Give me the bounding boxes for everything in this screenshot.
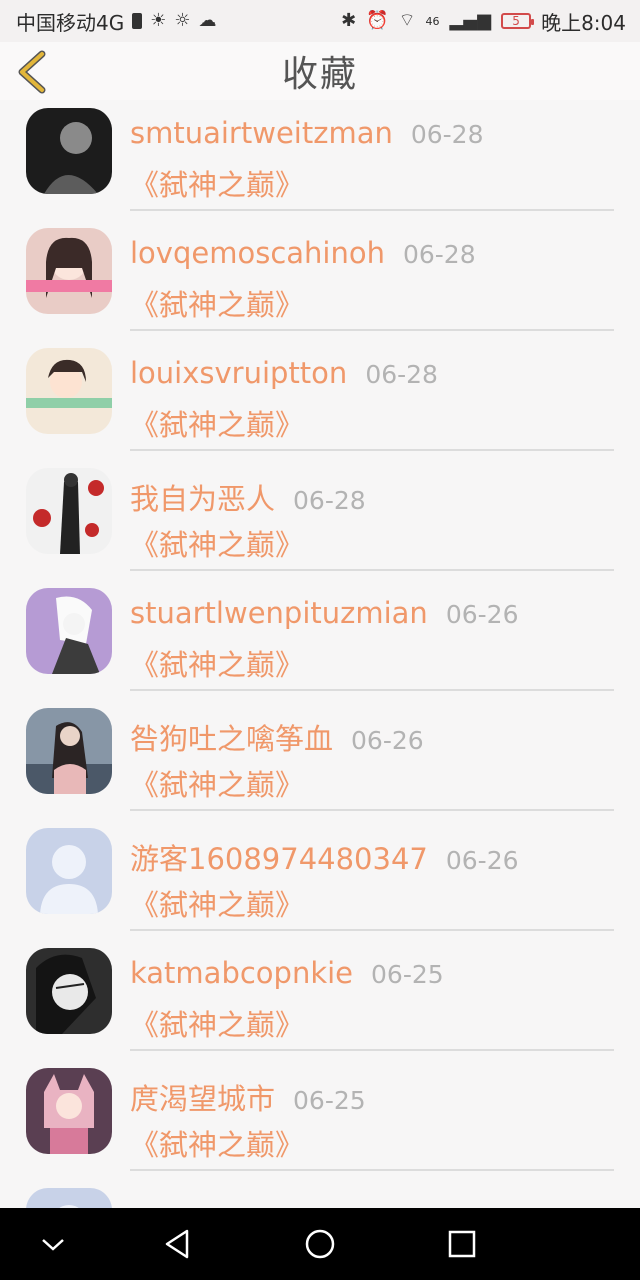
favorites-list: smtuairtweitzman 06-28 《弑神之巅》 lovqemoscah… [0,100,640,1208]
clock-label: 晚上8:04 [541,10,626,35]
avatar [26,708,112,794]
battery-icon: 5 [501,13,535,29]
item-date: 06-26 [445,846,519,875]
home-nav-button[interactable] [300,1224,340,1264]
divider [130,1169,614,1171]
bluetooth-icon: ✱ [341,10,357,31]
title-bar: 收藏 [0,42,640,100]
book-title[interactable]: 《弑神之巅》 [130,1122,304,1164]
avatar [26,828,112,914]
divider [130,209,614,211]
sim-card-icon [132,13,143,29]
wifi-icon: ⌔ [398,10,416,31]
weather-wind-icon: ☼ [174,10,191,31]
book-title[interactable]: 《弑神之巅》 [130,1002,304,1044]
circle-home-icon [305,1229,335,1259]
recents-nav-button[interactable] [442,1224,482,1264]
item-date: 06-28 [402,240,476,269]
chevron-left-icon [18,50,46,94]
page-title: 收藏 [281,54,358,95]
triangle-back-icon [165,1229,189,1259]
battery-level: 5 [512,14,520,28]
status-bar: 中国移动4G ☀ ☼ ☁ ✱ ⏰ ⌔ 46 ▂▄▆ 5 晚上8:04 [0,0,640,42]
book-title[interactable]: 《弑神之巅》 [130,762,304,804]
back-nav-button[interactable] [158,1224,198,1264]
book-title[interactable]: 《弑神之巅》 [130,162,304,204]
alarm-icon: ⏰ [366,10,389,31]
list-item[interactable]: 我自为恶人 06-28 《弑神之巅》 [0,460,640,580]
item-date: 06-25 [293,1086,366,1115]
item-date: 06-26 [445,600,519,629]
user-name[interactable]: 咎狗吐之噙筝血 [130,722,333,756]
avatar [26,588,112,674]
user-name[interactable]: lovqemoscahinoh [130,236,385,270]
divider [130,329,614,331]
divider [130,689,614,691]
list-item[interactable] [0,1180,640,1208]
hide-nav-button[interactable] [33,1224,73,1264]
weather-cloud-icon: ☁ [198,10,217,31]
list-item[interactable]: 咎狗吐之噙筝血 06-26 《弑神之巅》 [0,700,640,820]
weather-sun-icon: ☀ [150,10,167,31]
user-name[interactable]: 游客1608974480347 [130,842,428,876]
book-title[interactable]: 《弑神之巅》 [130,882,304,924]
network-type-label: 46 [425,14,440,28]
carrier-label: 中国移动4G [16,10,125,35]
list-item[interactable]: 庹渴望城市 06-25 《弑神之巅》 [0,1060,640,1180]
avatar [26,1188,112,1208]
navigation-bar [0,1208,640,1280]
divider [130,569,614,571]
divider [130,1049,614,1051]
book-title[interactable]: 《弑神之巅》 [130,282,304,324]
avatar [26,948,112,1034]
avatar [26,348,112,434]
list-item[interactable]: louixsvruiptton 06-28 《弑神之巅》 [0,340,640,460]
divider [130,809,614,811]
list-item[interactable]: lovqemoscahinoh 06-28 《弑神之巅》 [0,220,640,340]
user-name[interactable]: louixsvruiptton [130,356,347,390]
item-date: 06-28 [293,486,366,515]
avatar [26,468,112,554]
book-title[interactable]: 《弑神之巅》 [130,402,304,444]
square-recents-icon [448,1230,476,1258]
book-title[interactable]: 《弑神之巅》 [130,522,304,564]
divider [130,449,614,451]
back-button[interactable] [12,50,56,94]
user-name[interactable]: 我自为恶人 [130,482,275,516]
avatar [26,1068,112,1154]
user-name[interactable]: 庹渴望城市 [130,1082,275,1116]
book-title[interactable]: 《弑神之巅》 [130,642,304,684]
user-name[interactable]: katmabcopnkie [130,956,353,990]
list-item[interactable]: 游客1608974480347 06-26 《弑神之巅》 [0,820,640,940]
list-item[interactable]: stuartlwenpituzmian 06-26 《弑神之巅》 [0,580,640,700]
divider [130,929,614,931]
avatar [26,228,112,314]
avatar [26,108,112,194]
item-date: 06-26 [351,726,424,755]
user-name[interactable]: smtuairtweitzman [130,116,393,150]
signal-icon: ▂▄▆ [449,10,492,31]
item-date: 06-28 [365,360,438,389]
chevron-down-icon [42,1239,64,1251]
item-date: 06-28 [410,120,484,149]
item-date: 06-25 [371,960,444,989]
user-name[interactable]: stuartlwenpituzmian [130,596,428,630]
list-item[interactable]: smtuairtweitzman 06-28 《弑神之巅》 [0,100,640,220]
list-item[interactable]: katmabcopnkie 06-25 《弑神之巅》 [0,940,640,1060]
